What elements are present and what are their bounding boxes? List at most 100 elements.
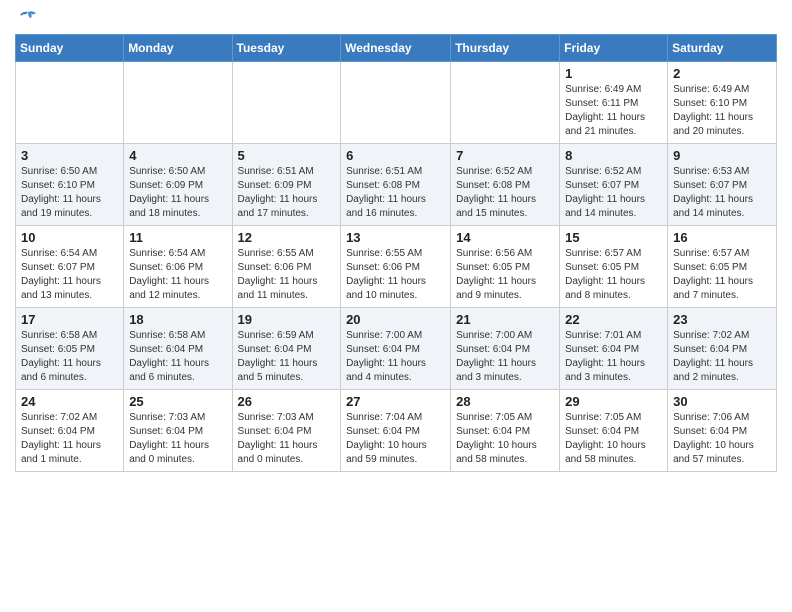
day-info: Sunrise: 6:58 AM Sunset: 6:04 PM Dayligh… (129, 329, 226, 385)
calendar-cell: 2 Sunrise: 6:49 AM Sunset: 6:10 PM Daylig… (668, 62, 777, 144)
calendar-cell: 29 Sunrise: 7:05 AM Sunset: 6:04 PM Dayli… (560, 390, 668, 472)
calendar-cell: 24 Sunrise: 7:02 AM Sunset: 6:04 PM Dayli… (16, 390, 124, 472)
calendar-cell: 18Sunrise: 6:58 AM Sunset: 6:04 PM Dayli… (124, 308, 232, 390)
weekday-header-thursday: Thursday (451, 35, 560, 62)
calendar-week-row: 1 Sunrise: 6:49 AM Sunset: 6:11 PM Daylig… (16, 62, 777, 144)
day-number: 2 (673, 66, 771, 81)
calendar-cell: 8Sunrise: 6:52 AM Sunset: 6:07 PM Daylig… (560, 144, 668, 226)
day-info: Sunrise: 7:00 AM Sunset: 6:04 PM Dayligh… (456, 329, 554, 385)
day-info: Sunrise: 6:59 AM Sunset: 6:04 PM Dayligh… (238, 329, 336, 385)
day-number: 19 (238, 312, 336, 327)
calendar-cell: 6Sunrise: 6:51 AM Sunset: 6:08 PM Daylig… (341, 144, 451, 226)
day-number: 28 (456, 394, 554, 409)
day-info: Sunrise: 6:50 AM Sunset: 6:09 PM Dayligh… (129, 165, 226, 221)
day-info: Sunrise: 7:02 AM Sunset: 6:04 PM Dayligh… (21, 411, 118, 467)
calendar-table: SundayMondayTuesdayWednesdayThursdayFrid… (15, 34, 777, 472)
weekday-header-wednesday: Wednesday (341, 35, 451, 62)
day-number: 16 (673, 230, 771, 245)
calendar-cell: 5 Sunrise: 6:51 AM Sunset: 6:09 PM Daylig… (232, 144, 341, 226)
calendar-cell: 19 Sunrise: 6:59 AM Sunset: 6:04 PM Dayli… (232, 308, 341, 390)
day-info: Sunrise: 6:54 AM Sunset: 6:07 PM Dayligh… (21, 247, 118, 303)
calendar-week-row: 17 Sunrise: 6:58 AM Sunset: 6:05 PM Dayli… (16, 308, 777, 390)
day-number: 17 (21, 312, 118, 327)
calendar-cell: 9 Sunrise: 6:53 AM Sunset: 6:07 PM Daylig… (668, 144, 777, 226)
calendar-header-row: SundayMondayTuesdayWednesdayThursdayFrid… (16, 35, 777, 62)
day-number: 7 (456, 148, 554, 163)
calendar-cell: 23 Sunrise: 7:02 AM Sunset: 6:04 PM Dayli… (668, 308, 777, 390)
calendar-cell: 20 Sunrise: 7:00 AM Sunset: 6:04 PM Dayli… (341, 308, 451, 390)
day-number: 14 (456, 230, 554, 245)
calendar-cell: 21Sunrise: 7:00 AM Sunset: 6:04 PM Dayli… (451, 308, 560, 390)
calendar-cell: 3 Sunrise: 6:50 AM Sunset: 6:10 PM Daylig… (16, 144, 124, 226)
day-number: 15 (565, 230, 662, 245)
weekday-header-saturday: Saturday (668, 35, 777, 62)
calendar-cell: 14Sunrise: 6:56 AM Sunset: 6:05 PM Dayli… (451, 226, 560, 308)
day-number: 9 (673, 148, 771, 163)
day-number: 27 (346, 394, 445, 409)
calendar-cell (124, 62, 232, 144)
day-info: Sunrise: 6:57 AM Sunset: 6:05 PM Dayligh… (673, 247, 771, 303)
calendar-cell (232, 62, 341, 144)
day-info: Sunrise: 7:01 AM Sunset: 6:04 PM Dayligh… (565, 329, 662, 385)
weekday-header-monday: Monday (124, 35, 232, 62)
day-number: 12 (238, 230, 336, 245)
calendar-cell: 1 Sunrise: 6:49 AM Sunset: 6:11 PM Daylig… (560, 62, 668, 144)
day-info: Sunrise: 6:52 AM Sunset: 6:08 PM Dayligh… (456, 165, 554, 221)
calendar-cell: 27Sunrise: 7:04 AM Sunset: 6:04 PM Dayli… (341, 390, 451, 472)
day-info: Sunrise: 6:49 AM Sunset: 6:10 PM Dayligh… (673, 83, 771, 139)
day-info: Sunrise: 7:05 AM Sunset: 6:04 PM Dayligh… (456, 411, 554, 467)
calendar-cell: 12 Sunrise: 6:55 AM Sunset: 6:06 PM Dayli… (232, 226, 341, 308)
day-info: Sunrise: 7:02 AM Sunset: 6:04 PM Dayligh… (673, 329, 771, 385)
day-info: Sunrise: 6:55 AM Sunset: 6:06 PM Dayligh… (238, 247, 336, 303)
day-number: 22 (565, 312, 662, 327)
day-number: 20 (346, 312, 445, 327)
logo-bird-icon (18, 10, 38, 28)
day-number: 3 (21, 148, 118, 163)
day-number: 24 (21, 394, 118, 409)
day-info: Sunrise: 6:50 AM Sunset: 6:10 PM Dayligh… (21, 165, 118, 221)
calendar-cell: 11 Sunrise: 6:54 AM Sunset: 6:06 PM Dayli… (124, 226, 232, 308)
day-number: 11 (129, 230, 226, 245)
day-number: 23 (673, 312, 771, 327)
calendar-cell: 13 Sunrise: 6:55 AM Sunset: 6:06 PM Dayli… (341, 226, 451, 308)
weekday-header-friday: Friday (560, 35, 668, 62)
day-number: 13 (346, 230, 445, 245)
day-info: Sunrise: 6:54 AM Sunset: 6:06 PM Dayligh… (129, 247, 226, 303)
day-number: 1 (565, 66, 662, 81)
calendar-cell: 10 Sunrise: 6:54 AM Sunset: 6:07 PM Dayli… (16, 226, 124, 308)
calendar-cell: 7 Sunrise: 6:52 AM Sunset: 6:08 PM Daylig… (451, 144, 560, 226)
calendar-cell: 22 Sunrise: 7:01 AM Sunset: 6:04 PM Dayli… (560, 308, 668, 390)
day-number: 5 (238, 148, 336, 163)
day-number: 25 (129, 394, 226, 409)
logo (15, 14, 38, 28)
day-info: Sunrise: 6:55 AM Sunset: 6:06 PM Dayligh… (346, 247, 445, 303)
calendar-cell: 17 Sunrise: 6:58 AM Sunset: 6:05 PM Dayli… (16, 308, 124, 390)
weekday-header-tuesday: Tuesday (232, 35, 341, 62)
calendar-cell (16, 62, 124, 144)
day-number: 10 (21, 230, 118, 245)
day-info: Sunrise: 7:06 AM Sunset: 6:04 PM Dayligh… (673, 411, 771, 467)
calendar-cell: 28 Sunrise: 7:05 AM Sunset: 6:04 PM Dayli… (451, 390, 560, 472)
calendar-cell: 16 Sunrise: 6:57 AM Sunset: 6:05 PM Dayli… (668, 226, 777, 308)
day-info: Sunrise: 6:49 AM Sunset: 6:11 PM Dayligh… (565, 83, 662, 139)
day-number: 29 (565, 394, 662, 409)
calendar-cell (451, 62, 560, 144)
day-info: Sunrise: 7:05 AM Sunset: 6:04 PM Dayligh… (565, 411, 662, 467)
day-info: Sunrise: 6:51 AM Sunset: 6:08 PM Dayligh… (346, 165, 445, 221)
calendar-week-row: 10 Sunrise: 6:54 AM Sunset: 6:07 PM Dayli… (16, 226, 777, 308)
calendar-cell: 4 Sunrise: 6:50 AM Sunset: 6:09 PM Daylig… (124, 144, 232, 226)
day-info: Sunrise: 7:00 AM Sunset: 6:04 PM Dayligh… (346, 329, 445, 385)
day-number: 30 (673, 394, 771, 409)
day-info: Sunrise: 6:53 AM Sunset: 6:07 PM Dayligh… (673, 165, 771, 221)
day-info: Sunrise: 6:58 AM Sunset: 6:05 PM Dayligh… (21, 329, 118, 385)
day-info: Sunrise: 6:52 AM Sunset: 6:07 PM Dayligh… (565, 165, 662, 221)
page-header (15, 10, 777, 28)
weekday-header-sunday: Sunday (16, 35, 124, 62)
day-info: Sunrise: 6:51 AM Sunset: 6:09 PM Dayligh… (238, 165, 336, 221)
day-info: Sunrise: 7:03 AM Sunset: 6:04 PM Dayligh… (238, 411, 336, 467)
day-number: 26 (238, 394, 336, 409)
calendar-cell (341, 62, 451, 144)
calendar-cell: 26 Sunrise: 7:03 AM Sunset: 6:04 PM Dayli… (232, 390, 341, 472)
day-number: 4 (129, 148, 226, 163)
calendar-cell: 30 Sunrise: 7:06 AM Sunset: 6:04 PM Dayli… (668, 390, 777, 472)
